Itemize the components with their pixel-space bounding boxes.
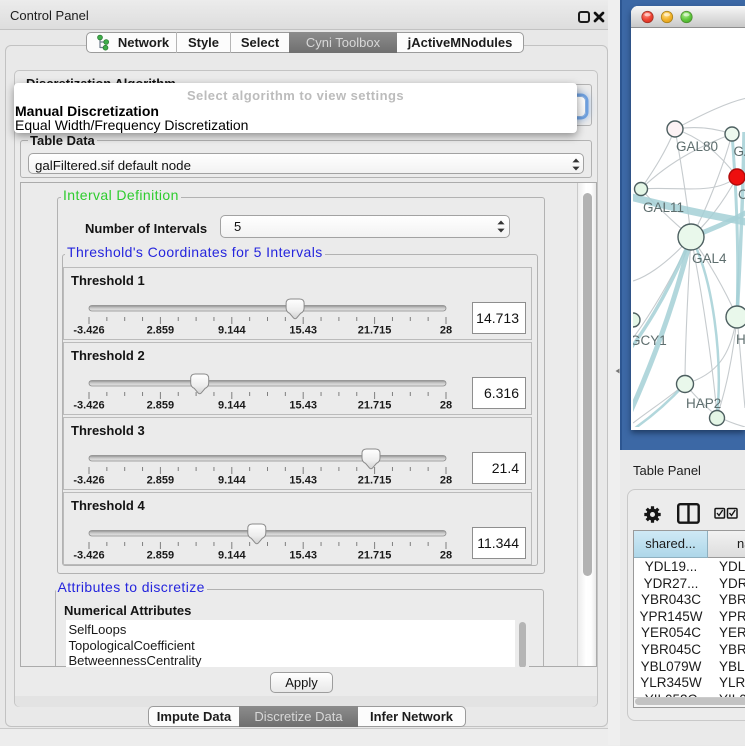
svg-text:HIS4: HIS4	[736, 332, 745, 347]
svg-text:GAL4: GAL4	[692, 251, 727, 266]
svg-text:GAL80: GAL80	[676, 139, 718, 154]
svg-text:GAL11: GAL11	[643, 200, 684, 215]
svg-text:CDC6: CDC6	[738, 187, 745, 202]
svg-text:GCY1: GCY1	[633, 333, 667, 348]
svg-text:HAP2: HAP2	[686, 396, 721, 411]
svg-text:GAL3: GAL3	[734, 144, 745, 159]
